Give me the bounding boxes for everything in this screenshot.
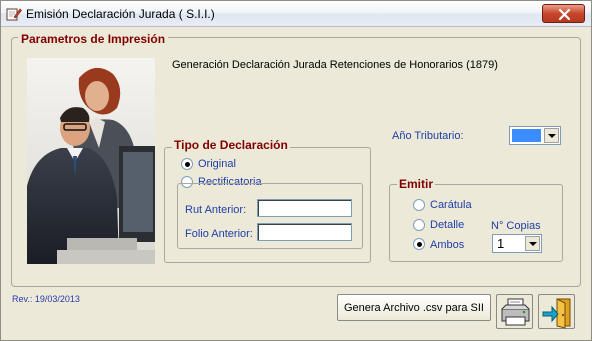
genera-archivo-button[interactable]: Genera Archivo .csv para SII (337, 294, 491, 321)
revision-label: Rev.: 19/03/2013 (12, 294, 80, 304)
title-bar[interactable]: Emisión Declaración Jurada ( S.I.I.) (1, 1, 591, 27)
rut-anterior-input[interactable] (257, 199, 352, 217)
close-button[interactable] (542, 4, 585, 23)
chevron-down-icon (528, 241, 537, 246)
printer-icon (501, 298, 530, 326)
window-title: Emisión Declaración Jurada ( S.I.I.) (26, 7, 215, 21)
copias-value: 1 (497, 236, 505, 251)
anio-dropdown-button[interactable] (544, 128, 559, 143)
dialog-window: Emisión Declaración Jurada ( S.I.I.) Par… (0, 0, 592, 341)
copias-label: N° Copias (491, 220, 541, 232)
anio-tributario-value (512, 129, 541, 142)
copias-dropdown-button[interactable] (525, 236, 540, 251)
radio-caratula[interactable] (413, 199, 425, 211)
people-photo (27, 58, 155, 264)
exit-button[interactable] (538, 294, 575, 329)
anio-tributario-label: Año Tributario: (392, 130, 464, 142)
parameters-legend: Parametros de Impresión (18, 32, 169, 46)
print-button[interactable] (496, 294, 533, 329)
folio-anterior-label: Folio Anterior: (185, 228, 253, 240)
report-subtitle: Generación Declaración Jurada Retencione… (172, 59, 498, 71)
original-label[interactable]: Original (198, 158, 236, 170)
radio-original[interactable] (181, 158, 193, 170)
copias-select[interactable]: 1 (492, 234, 542, 253)
radio-ambos[interactable] (413, 238, 425, 250)
folio-anterior-input[interactable] (257, 223, 352, 241)
caratula-label[interactable]: Carátula (430, 199, 472, 211)
close-icon (558, 8, 571, 21)
app-edit-icon (6, 8, 22, 21)
tipo-declaracion-legend: Tipo de Declaración (172, 138, 290, 152)
ambos-label[interactable]: Ambos (430, 239, 464, 251)
rut-anterior-label: Rut Anterior: (185, 204, 247, 216)
exit-door-icon (542, 298, 571, 329)
chevron-down-icon (547, 133, 556, 138)
anio-tributario-select[interactable] (509, 126, 561, 145)
emitir-legend: Emitir (397, 177, 436, 191)
detalle-label[interactable]: Detalle (430, 219, 464, 231)
radio-detalle[interactable] (413, 219, 425, 231)
